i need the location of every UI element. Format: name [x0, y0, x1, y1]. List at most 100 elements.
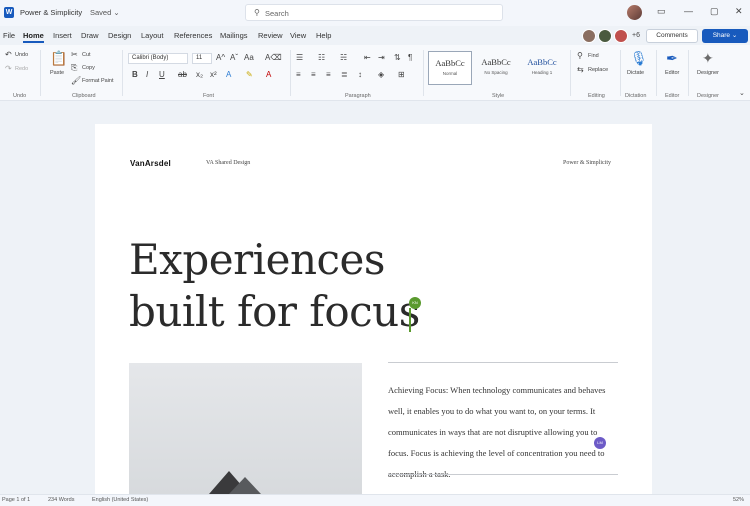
- tab-review[interactable]: Review: [258, 31, 283, 40]
- undo-button[interactable]: Undo: [15, 52, 28, 58]
- ribbon-divider: [122, 50, 123, 96]
- align-left-icon[interactable]: ≡: [296, 70, 301, 79]
- subscript-icon[interactable]: x₂: [196, 70, 203, 79]
- bold-icon[interactable]: B: [132, 70, 138, 79]
- line-spacing-icon[interactable]: ↕: [358, 70, 362, 79]
- replace-icon[interactable]: ⇆: [577, 65, 584, 74]
- maximize-button[interactable]: ▢: [710, 6, 719, 17]
- justify-icon[interactable]: ≣: [341, 70, 348, 79]
- document-headline[interactable]: Experiences built for focus: [129, 234, 449, 338]
- borders-icon[interactable]: ⊞: [398, 70, 405, 79]
- tab-home[interactable]: Home: [23, 31, 44, 43]
- tab-design[interactable]: Design: [108, 31, 131, 40]
- group-label-font: Font: [203, 93, 215, 99]
- group-label-clipboard: Clipboard: [72, 93, 96, 99]
- multilevel-list-icon[interactable]: ☵: [340, 53, 347, 62]
- tab-references[interactable]: References: [174, 31, 212, 40]
- group-label-paragraph: Paragraph: [345, 93, 371, 99]
- collaborator-avatar[interactable]: [614, 29, 628, 43]
- tab-view[interactable]: View: [290, 31, 306, 40]
- paste-icon[interactable]: 📋: [50, 50, 67, 67]
- title-bar: W Power & Simplicity Saved ⌄ ⚲ Search ▭ …: [0, 0, 750, 26]
- document-title[interactable]: Power & Simplicity: [20, 8, 82, 17]
- increase-indent-icon[interactable]: ⇥: [378, 53, 385, 62]
- decrease-indent-icon[interactable]: ⇤: [364, 53, 371, 62]
- tab-layout[interactable]: Layout: [141, 31, 164, 40]
- show-marks-icon[interactable]: ¶: [408, 53, 412, 62]
- paste-button[interactable]: Paste: [50, 70, 64, 76]
- ribbon-divider: [570, 50, 571, 96]
- style-no-spacing[interactable]: AaBbCc No Spacing: [474, 51, 518, 85]
- superscript-icon[interactable]: x²: [210, 70, 217, 79]
- font-name-select[interactable]: Calibri (Body): [128, 53, 188, 64]
- undo-icon[interactable]: ↶: [5, 50, 12, 59]
- ribbon-divider: [656, 50, 657, 96]
- clear-formatting-icon[interactable]: A⌫: [265, 53, 282, 62]
- group-label-undo: Undo: [13, 93, 27, 99]
- italic-icon[interactable]: I: [146, 70, 148, 79]
- underline-icon[interactable]: U: [159, 70, 165, 79]
- find-button[interactable]: Find: [588, 53, 599, 59]
- zoom-level[interactable]: 52%: [733, 497, 744, 503]
- shading-icon[interactable]: ◈: [378, 70, 384, 79]
- style-name: No Spacing: [484, 70, 508, 75]
- format-painter-icon[interactable]: 🖌: [71, 76, 81, 85]
- align-center-icon[interactable]: ≡: [311, 70, 316, 79]
- group-label-editing: Editing: [588, 93, 605, 99]
- collaborator-avatar[interactable]: [582, 29, 596, 43]
- word-count[interactable]: 234 Words: [48, 497, 75, 503]
- editor-icon[interactable]: ✒: [666, 50, 678, 67]
- align-right-icon[interactable]: ≡: [326, 70, 331, 79]
- font-size-select[interactable]: 11: [192, 53, 212, 64]
- copy-icon[interactable]: ⎘: [71, 63, 77, 73]
- change-case-icon[interactable]: Aa: [244, 53, 254, 62]
- grow-font-icon[interactable]: A^: [216, 53, 225, 62]
- style-normal[interactable]: AaBbCc Normal: [428, 51, 472, 85]
- document-image[interactable]: [129, 363, 362, 494]
- collaborator-count[interactable]: +6: [632, 32, 640, 39]
- editor-button[interactable]: Editor: [665, 70, 679, 76]
- tab-file[interactable]: File: [3, 31, 15, 40]
- language-status[interactable]: English (United States): [92, 497, 148, 503]
- shrink-font-icon[interactable]: Aˇ: [230, 53, 238, 62]
- search-input[interactable]: ⚲ Search: [245, 4, 503, 21]
- tab-draw[interactable]: Draw: [81, 31, 99, 40]
- cut-button[interactable]: Cut: [82, 52, 91, 58]
- body-paragraph[interactable]: Achieving Focus: When technology communi…: [388, 380, 612, 485]
- style-heading-1[interactable]: AaBbCc Heading 1: [520, 51, 564, 85]
- replace-button[interactable]: Replace: [588, 67, 608, 73]
- dictate-button[interactable]: Dictate: [627, 70, 644, 76]
- highlight-icon[interactable]: ✎: [246, 70, 253, 79]
- format-painter-button[interactable]: Format Paint: [82, 78, 113, 84]
- close-button[interactable]: ✕: [735, 6, 743, 17]
- sort-icon[interactable]: ⇅: [394, 53, 401, 62]
- copy-button[interactable]: Copy: [82, 65, 95, 71]
- tab-insert[interactable]: Insert: [53, 31, 72, 40]
- find-icon[interactable]: ⚲: [577, 51, 583, 60]
- styles-gallery[interactable]: AaBbCc Normal AaBbCc No Spacing AaBbCc H…: [428, 51, 566, 85]
- collaborator-avatar[interactable]: [598, 29, 612, 43]
- ribbon-collapse-chevron-icon[interactable]: ⌄: [739, 89, 745, 97]
- tab-help[interactable]: Help: [316, 31, 331, 40]
- cut-icon[interactable]: ✂: [71, 50, 78, 59]
- numbering-icon[interactable]: ☷: [318, 53, 325, 62]
- comments-button[interactable]: Comments: [646, 29, 698, 43]
- bullets-icon[interactable]: ☰: [296, 53, 303, 62]
- redo-icon[interactable]: ↷: [5, 64, 12, 73]
- tab-mailings[interactable]: Mailings: [220, 31, 248, 40]
- text-effects-icon[interactable]: A: [226, 70, 231, 79]
- share-button[interactable]: Share ⌄: [702, 29, 748, 43]
- redo-button[interactable]: Redo: [15, 66, 28, 72]
- page-count[interactable]: Page 1 of 1: [2, 497, 30, 503]
- designer-icon[interactable]: ✦: [702, 50, 714, 67]
- saved-status[interactable]: Saved ⌄: [90, 8, 120, 17]
- font-color-icon[interactable]: A: [266, 70, 271, 79]
- designer-button[interactable]: Designer: [697, 70, 719, 76]
- strikethrough-icon[interactable]: ab: [178, 70, 187, 79]
- minimize-button[interactable]: —: [684, 6, 693, 16]
- ribbon-divider: [40, 50, 41, 96]
- account-avatar[interactable]: [627, 5, 642, 20]
- ribbon-display-icon[interactable]: ▭: [657, 6, 666, 17]
- style-name: Normal: [442, 71, 458, 76]
- microphone-icon[interactable]: 🎙: [630, 50, 648, 67]
